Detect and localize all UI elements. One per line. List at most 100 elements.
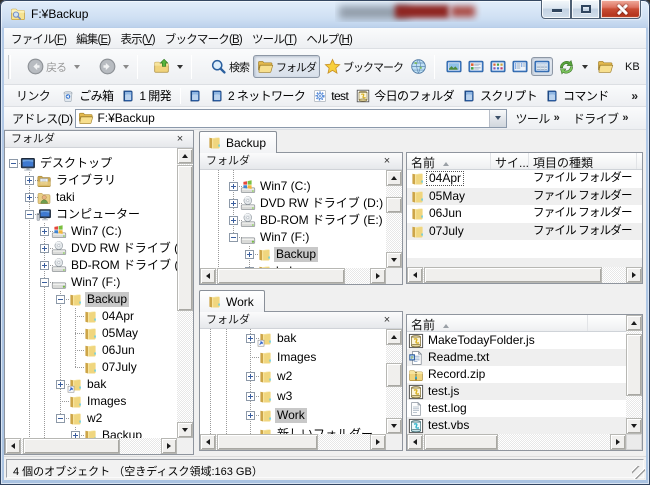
link-item-today-folder[interactable]: 今日のフォルダ (353, 86, 459, 105)
file-list-bottom-scroll-up-button[interactable] (626, 315, 642, 331)
file-list-bottom-item-name[interactable]: Record.zip (425, 367, 488, 382)
links-overflow-chevron[interactable]: » (631, 89, 638, 103)
folder-tree-left-scroll-up-button[interactable] (177, 148, 193, 164)
view-icons-button[interactable] (487, 57, 509, 76)
link-item-panel[interactable] (185, 88, 207, 104)
folder-tree-left-tree-label[interactable]: DVD RW ドライブ (D:) (69, 241, 177, 256)
menu-item-0[interactable]: ファイル(F) (6, 28, 71, 49)
expand-icon[interactable] (25, 176, 34, 185)
collapse-icon[interactable] (56, 414, 65, 423)
folder-tree-top-tree-label[interactable]: Win7 (C:) (258, 179, 313, 194)
file-list-bottom-vertical-scroll-thumb[interactable] (626, 334, 642, 396)
file-list-top-column-header-1[interactable]: サイ... (491, 153, 529, 169)
menu-item-4[interactable]: ツール(T) (247, 28, 301, 49)
collapse-icon[interactable] (9, 159, 18, 168)
toolbar-grip[interactable] (8, 55, 11, 79)
folder-tree-left-tree-label[interactable]: デスクトップ (38, 156, 114, 171)
menu-item-1[interactable]: 編集(E) (71, 28, 115, 49)
link-item-command[interactable]: コマンド (542, 86, 614, 105)
folder-tree-top-tree-label[interactable]: DVD RW ドライブ (D:) (258, 196, 385, 211)
expand-icon[interactable] (40, 227, 49, 236)
file-list-bottom-scroll-left-button[interactable] (407, 434, 423, 450)
folder-tree-top-scroll-up-button[interactable] (386, 170, 402, 186)
link-item-network[interactable]: 2 ネットワーク (207, 86, 310, 105)
folder-tree-left-tree-label[interactable]: コンピューター (54, 207, 142, 222)
expand-icon[interactable] (56, 380, 65, 389)
drives-label[interactable]: ドライブ (573, 110, 619, 127)
folder-tree-top-close-button[interactable]: × (380, 154, 394, 168)
link-item-test[interactable]: test (310, 88, 353, 104)
folder-tree-left-scroll-down-button[interactable] (177, 422, 193, 438)
folder-tree-bottom-tree-label[interactable]: Images (275, 350, 318, 365)
file-list-top-column-header-2[interactable]: 項目の種類 (529, 153, 637, 169)
file-list-bottom-item-name[interactable]: Readme.txt (425, 350, 492, 365)
file-list-top-item-name[interactable]: 07July (426, 224, 467, 239)
up-folder-button[interactable] (150, 55, 173, 78)
folder-tree-left-tree-label[interactable]: bak (85, 377, 108, 392)
folder-tree-bottom-vertical-scroll-thumb[interactable] (386, 363, 402, 387)
folder-tree-left-tree-label[interactable]: BD-ROM ドライブ (E:) (69, 258, 177, 273)
folder-tree-left-scroll-right-button[interactable] (161, 438, 177, 454)
folder-tree-left-tree-label[interactable]: taki (54, 190, 77, 205)
folder-tree-bottom-tree-label[interactable]: Work (275, 408, 307, 423)
minimize-button[interactable] (541, 0, 571, 19)
bookmark-button[interactable]: ブックマーク (320, 55, 407, 78)
expand-icon[interactable] (229, 182, 238, 191)
folder-tree-bottom-tree-label[interactable]: w3 (275, 389, 294, 404)
folder-tree-left-tree-label[interactable]: w2 (85, 411, 104, 426)
tab-backup[interactable]: Backup (199, 131, 277, 153)
folder-tree-bottom-tree-label[interactable]: 新しいフォルダー (275, 427, 375, 434)
folder-tree-bottom-scroll-down-button[interactable] (386, 418, 402, 434)
expand-icon[interactable] (40, 244, 49, 253)
file-list-top-horizontal-scroll-thumb[interactable] (424, 267, 602, 283)
tools-label[interactable]: ツール (515, 110, 549, 127)
drives-chevron[interactable]: » (622, 112, 627, 124)
folder-tree-left-tree-label[interactable]: 06Jun (100, 343, 137, 358)
folder-tree-left-vertical-scroll-thumb[interactable] (177, 165, 193, 311)
file-list-bottom-scroll-down-button[interactable] (626, 418, 642, 434)
resize-grip[interactable] (632, 466, 645, 479)
folder-view-button[interactable]: フォルダ (253, 55, 320, 78)
file-list-bottom-item-name[interactable]: test.vbs (425, 418, 472, 433)
collapse-icon[interactable] (229, 233, 238, 242)
folder-tree-left-tree-label[interactable]: Backup (100, 428, 144, 438)
folder-tree-left-tree-label[interactable]: Backup (85, 292, 129, 307)
expand-icon[interactable] (246, 334, 255, 343)
file-list-bottom-column-header-1[interactable] (588, 315, 627, 331)
tab-work[interactable]: Work (199, 290, 265, 312)
forward-button[interactable] (96, 55, 119, 78)
expand-icon[interactable] (71, 431, 80, 438)
menu-item-5[interactable]: ヘルプ(H) (301, 28, 357, 49)
view-thumbnails-button[interactable] (443, 57, 465, 76)
folder-tree-bottom-tree-label[interactable]: w2 (275, 369, 294, 384)
filter-button[interactable] (555, 55, 578, 78)
file-list-top-scroll-left-button[interactable] (407, 267, 423, 283)
file-list-bottom-item-name[interactable]: test.log (425, 401, 470, 416)
collapse-icon[interactable] (25, 210, 34, 219)
folder-tree-top-tree-label[interactable]: BD-ROM ドライブ (E:) (258, 213, 385, 228)
file-list-top-item-name[interactable]: 06Jun (426, 206, 465, 221)
expand-icon[interactable] (229, 199, 238, 208)
folder-tree-left-tree-label[interactable]: 07July (100, 360, 139, 375)
folder-tree-left-tree-label[interactable]: Images (85, 394, 128, 409)
expand-icon[interactable] (25, 193, 34, 202)
view-tiles-button[interactable] (465, 57, 487, 76)
folder-tree-left-close-button[interactable]: × (173, 132, 187, 146)
expand-icon[interactable] (40, 261, 49, 270)
link-item-recycle-bin[interactable]: ごみ箱 (58, 86, 118, 105)
expand-icon[interactable] (246, 411, 255, 420)
folder-tree-left-tree-label[interactable]: ライブラリ (54, 173, 118, 188)
folder-tree-left-scroll-left-button[interactable] (5, 438, 21, 454)
folder-tree-bottom-close-button[interactable]: × (380, 313, 394, 327)
address-combo[interactable]: F:¥Backup (75, 109, 507, 128)
folder-tree-top-scroll-right-button[interactable] (370, 268, 386, 284)
tools-chevron[interactable]: » (554, 112, 559, 124)
collapse-icon[interactable] (56, 295, 65, 304)
search-button[interactable]: 検索 (206, 55, 253, 78)
file-list-bottom-item-name[interactable]: test.js (425, 384, 462, 399)
forward-dropdown-icon[interactable] (123, 65, 129, 69)
folder-tree-bottom-scroll-left-button[interactable] (200, 434, 216, 450)
expand-icon[interactable] (245, 250, 254, 259)
expand-icon[interactable] (246, 372, 255, 381)
maximize-button[interactable] (571, 0, 600, 19)
